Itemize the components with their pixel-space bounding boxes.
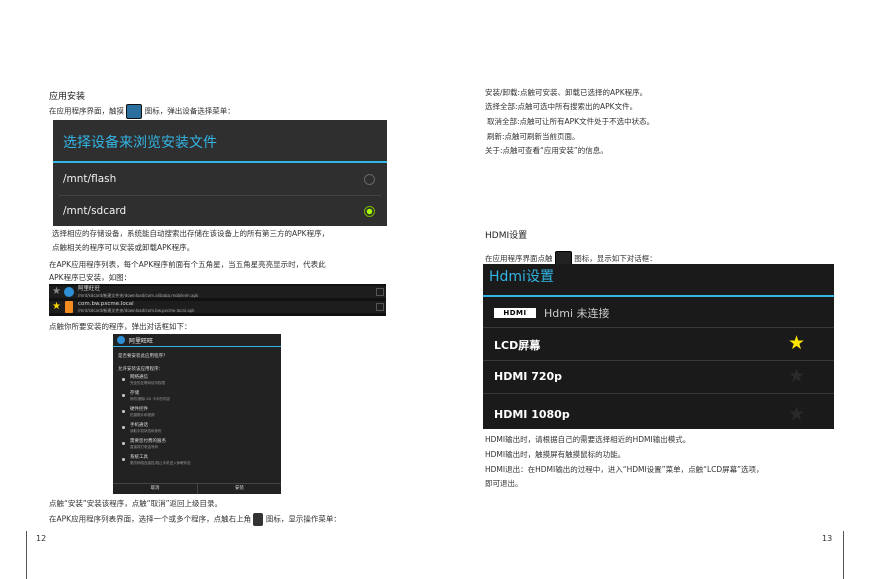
star-off-icon[interactable]: ★ [788, 364, 805, 388]
menu-icon [253, 513, 264, 526]
install-app-name: 阿里旺旺 [129, 338, 154, 345]
hdmi-divider [483, 295, 834, 297]
left-heading: 应用安装 [49, 92, 86, 102]
left-para1-line2: 点触相关的程序可以安装或卸载APK程序。 [52, 243, 195, 252]
right-page-number: 13 [822, 534, 833, 543]
right-heading: HDMI设置 [485, 231, 528, 241]
checkbox-icon[interactable] [376, 288, 384, 296]
app-icon-pxcme [65, 301, 73, 313]
permission-desc: 读取手机状态和身份 [130, 429, 162, 433]
install-button[interactable]: 安装 [198, 485, 281, 493]
menu-line: 关于:点触可查看“应用安装”的信息。 [485, 146, 608, 155]
cancel-button[interactable]: 取消 [113, 485, 197, 493]
hdmi-option-label: HDMI 1080p [494, 408, 570, 421]
left-para3: 点触你所要安装的程序，弹出对话框如下： [49, 322, 192, 331]
chooser-title: 选择设备来浏览安装文件 [63, 135, 217, 151]
menu-line: 取消全部:点触可让所有APK文件处于不选中状态。 [487, 117, 655, 126]
bullet-icon [122, 426, 125, 429]
apk-list-item[interactable]: ★ 阿里旺旺 /mnt/sdcard/新建文件夹/download/com.al… [49, 286, 386, 298]
permission-desc: 完全的互联网访问权限 [130, 381, 165, 385]
chooser-divider [53, 161, 387, 163]
install-question: 是否要安装此应用程序？ [118, 354, 168, 359]
hdmi-option-label: HDMI 720p [494, 370, 563, 383]
left-para2-line1: 在APK应用程序列表，每个APK程序前面有个五角星，当五角星亮亮显示时，代表此 [49, 260, 326, 269]
apk-list: ★ 阿里旺旺 /mnt/sdcard/新建文件夹/download/com.al… [49, 284, 386, 316]
apk-list-item[interactable]: ★ com.bw.pxcme.local /mnt/sdcard/新建文件夹/d… [49, 301, 386, 313]
device-chooser-dialog: 选择设备来浏览安装文件 /mnt/flash /mnt/sdcard [53, 120, 387, 226]
bullet-icon [122, 442, 125, 445]
bullet-icon [122, 458, 125, 461]
hdmi-status: Hdmi 未连接 [544, 307, 610, 320]
hdmi-dialog: Hdmi设置 HDMI Hdmi 未连接 LCD屏幕 ★ HDMI 720p ★… [483, 264, 834, 429]
hdmi-option-lcd[interactable]: LCD屏幕 ★ [483, 328, 834, 360]
chooser-option-label: /mnt/sdcard [63, 205, 127, 217]
apk-name: 阿里旺旺 [78, 286, 101, 292]
bullet-icon [122, 394, 125, 397]
left-para5: 在APK应用程序列表界面，选择一个或多个程序，点触右上角 图标，显示操作菜单： [49, 513, 341, 526]
right-page-border [843, 531, 844, 579]
permission-desc: 修改/删除 SD 卡中的内容 [130, 397, 170, 401]
right-para3-line2: 即可退出。 [485, 479, 523, 488]
radio-off-icon[interactable] [364, 174, 375, 185]
left-intro: 在应用程序界面，触摸 图标，弹出设备选择菜单： [49, 104, 235, 119]
left-page-number: 12 [36, 534, 47, 543]
menu-line: 刷新:点触可刷新当前页面。 [487, 132, 580, 141]
apk-name: com.bw.pxcme.local [78, 301, 134, 307]
star-on-icon[interactable]: ★ [52, 301, 61, 313]
radio-on-icon[interactable] [364, 206, 375, 217]
permission-desc: 更改网络连接性/阻止手机进入休眠状态 [130, 461, 191, 465]
permission-desc: 直接拨打电话号码 [130, 445, 158, 449]
bullet-icon [122, 378, 125, 381]
chooser-option-flash[interactable]: /mnt/flash [53, 164, 387, 194]
apk-path: /mnt/sdcard/新建文件夹/download/com.bw.pxcme.… [78, 308, 195, 313]
star-off-icon[interactable]: ★ [788, 402, 805, 426]
permission-desc: 拍摄照片和视频 [130, 413, 155, 417]
right-para1: HDMI输出时，请根据自己的需要选择相近的HDMI输出模式。 [485, 435, 691, 444]
hdmi-option-720p[interactable]: HDMI 720p ★ [483, 361, 834, 393]
hdmi-option-1080p[interactable]: HDMI 1080p ★ [483, 394, 834, 429]
star-off-icon[interactable]: ★ [52, 286, 61, 298]
chooser-option-label: /mnt/flash [63, 173, 117, 185]
hdmi-logo-icon: HDMI [494, 308, 536, 318]
hdmi-option-label: LCD屏幕 [494, 339, 541, 352]
left-para2-line2: APK程序已安装，如图： [49, 273, 132, 282]
chooser-option-sdcard[interactable]: /mnt/sdcard [53, 196, 387, 226]
menu-line: 选择全部:点触可选中所有搜索出的APK文件。 [485, 102, 638, 111]
left-para4: 点触“安装”安装该程序，点触“取消”返回上级目录。 [49, 499, 223, 508]
checkbox-icon[interactable] [376, 303, 384, 311]
star-on-icon[interactable]: ★ [788, 331, 805, 355]
bullet-icon [122, 410, 125, 413]
left-para1-line1: 选择相应的存储设备，系统能自动搜索出存储在该设备上的所有第三方的APK程序， [52, 229, 330, 238]
hdmi-dialog-title: Hdmi设置 [489, 269, 554, 285]
install-divider [113, 346, 281, 347]
apk-path: /mnt/sdcard/新建文件夹/download/com.alibaba.m… [78, 293, 199, 298]
app-install-icon [126, 104, 143, 119]
menu-line: 安装/卸载:点触可安装、卸载已选择的APK程序。 [485, 88, 648, 97]
install-allow: 允许安装该应用程序： [118, 367, 163, 372]
right-para3-line1: HDMI退出：在HDMI输出的过程中，进入“HDMI设置”菜单，点触“LCD屏幕… [485, 465, 764, 474]
app-icon-aliwangwang [117, 336, 125, 344]
left-page-border [26, 531, 27, 579]
app-icon-aliwangwang [64, 287, 74, 297]
install-dialog: 阿里旺旺 是否要安装此应用程序？ 允许安装该应用程序： 网络通信 完全的互联网访… [113, 334, 281, 494]
right-para2: HDMI输出时，触摸屏有触摸鼠标的功能。 [485, 450, 626, 459]
